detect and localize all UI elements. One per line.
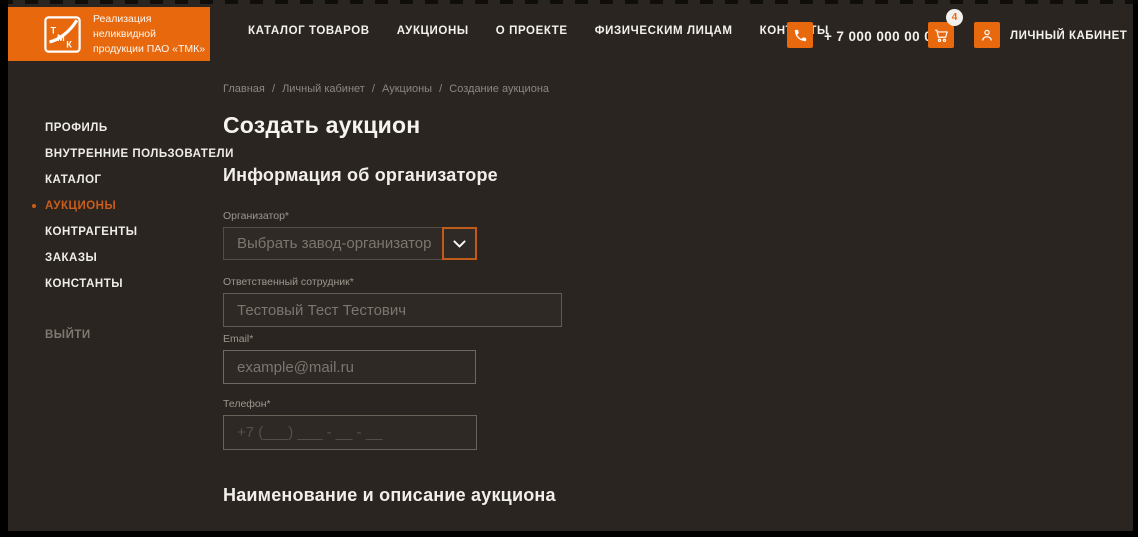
sidebar-item-catalog[interactable]: КАТАЛОГ [45, 175, 234, 186]
sidebar-logout[interactable]: ВЫЙТИ [45, 330, 234, 341]
employee-field-group: Ответственный сотрудник* [223, 276, 863, 327]
breadcrumb-separator: / [372, 83, 375, 95]
shopping-cart-icon [933, 27, 950, 44]
logo-tagline: Реализация неликвидной продукции ПАО «ТМ… [93, 12, 210, 57]
sidebar: ПРОФИЛЬ ВНУТРЕННИЕ ПОЛЬЗОВАТЕЛИ КАТАЛОГ … [45, 123, 234, 341]
page-root: Т М К Реализация неликвидной продукции П… [8, 0, 1133, 531]
breadcrumb-home[interactable]: Главная [223, 83, 265, 95]
active-item-dot [32, 204, 36, 208]
svg-text:К: К [66, 39, 72, 49]
employee-label: Ответственный сотрудник* [223, 276, 863, 288]
organizer-field-group: Организатор* Выбрать завод-организатор [223, 210, 863, 260]
sidebar-item-counterparties[interactable]: КОНТРАГЕНТЫ [45, 227, 234, 238]
logo-block[interactable]: Т М К Реализация неликвидной продукции П… [8, 7, 210, 61]
breadcrumb-account[interactable]: Личный кабинет [282, 83, 365, 95]
breadcrumb-separator: / [439, 83, 442, 95]
sidebar-item-auctions[interactable]: АУКЦИОНЫ [45, 201, 234, 212]
employee-input[interactable] [223, 293, 562, 327]
email-input[interactable] [223, 350, 476, 384]
breadcrumb-separator: / [272, 83, 275, 95]
breadcrumb-current: Создание аукциона [449, 83, 549, 95]
account-label[interactable]: ЛИЧНЫЙ КАБИНЕТ [1010, 30, 1127, 42]
cart-count-badge: 4 [946, 9, 963, 26]
sidebar-item-profile[interactable]: ПРОФИЛЬ [45, 123, 234, 134]
organizer-label: Организатор* [223, 210, 863, 222]
phone-field-group: Телефон* [223, 398, 863, 450]
sidebar-item-constants[interactable]: КОНСТАНТЫ [45, 279, 234, 290]
name-section-heading: Наименование и описание аукциона [223, 485, 863, 505]
tmk-logo-icon: Т М К [44, 16, 81, 53]
email-field-group: Email* [223, 333, 863, 384]
page-title: Создать аукцион [223, 113, 863, 137]
sidebar-item-orders[interactable]: ЗАКАЗЫ [45, 253, 234, 264]
phone-label: Телефон* [223, 398, 863, 410]
svg-text:Т: Т [50, 25, 56, 35]
email-label: Email* [223, 333, 863, 345]
cart-button[interactable]: 4 [928, 22, 954, 48]
breadcrumb: Главная / Личный кабинет / Аукционы / Со… [223, 84, 863, 95]
organizer-section-heading: Информация об организаторе [223, 165, 863, 185]
svg-text:М: М [57, 32, 65, 42]
phone-input[interactable] [223, 415, 477, 450]
person-icon [979, 27, 995, 43]
account-button[interactable] [974, 22, 1000, 48]
organizer-select-toggle[interactable] [442, 227, 477, 260]
top-edge-artifact [0, 0, 1138, 4]
main-content: Главная / Личный кабинет / Аукционы / Со… [223, 0, 863, 505]
organizer-select[interactable]: Выбрать завод-организатор [223, 227, 443, 260]
breadcrumb-auctions[interactable]: Аукционы [382, 83, 432, 95]
sidebar-item-internal-users[interactable]: ВНУТРЕННИЕ ПОЛЬЗОВАТЕЛИ [45, 149, 234, 160]
chevron-down-icon [453, 240, 466, 248]
